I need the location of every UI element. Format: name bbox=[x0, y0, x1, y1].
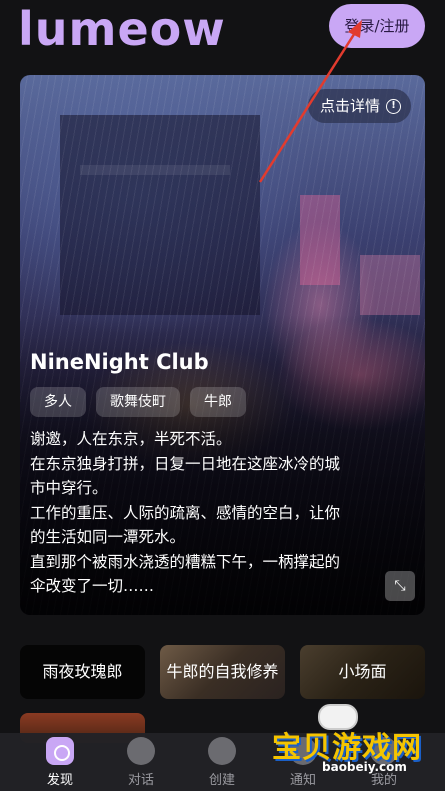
tab-label: 发现 bbox=[46, 773, 73, 788]
category-card[interactable]: 小场面 bbox=[300, 645, 425, 699]
detail-label: 点击详情 bbox=[319, 97, 380, 115]
category-card[interactable]: 牛郎的自我修养 bbox=[160, 645, 285, 699]
tab-label: 创建 bbox=[208, 773, 235, 788]
story-tag[interactable]: 多人 bbox=[30, 387, 86, 417]
description-line: 谢邀，人在东京，半死不活。 bbox=[30, 430, 232, 448]
app-logo: lumeow bbox=[18, 2, 226, 56]
create-icon bbox=[208, 737, 236, 765]
tab-label: 对话 bbox=[127, 773, 154, 788]
login-register-button[interactable]: 登录/注册 bbox=[329, 4, 425, 48]
story-detail-button[interactable]: 点击详情 ! bbox=[307, 89, 411, 123]
story-title: NineNight Club bbox=[30, 350, 209, 374]
tab-chat[interactable]: 对话 bbox=[111, 737, 171, 788]
category-card[interactable]: 雨夜玫瑰郎 bbox=[20, 645, 145, 699]
story-tag[interactable]: 牛郎 bbox=[190, 387, 246, 417]
discover-icon bbox=[46, 737, 74, 765]
header: lumeow 登录/注册 bbox=[0, 0, 445, 60]
info-icon: ! bbox=[386, 98, 401, 114]
story-description: 谢邀，人在东京，半死不活。 在东京独身打拼，日复一日地在这座冰冷的城 市中穿行。… bbox=[30, 427, 390, 599]
featured-story-card[interactable]: 点击详情 ! NineNight Club 多人 歌舞伎町 牛郎 谢邀，人在东京… bbox=[20, 75, 425, 615]
collapse-icon[interactable]: ⤡ bbox=[385, 571, 415, 601]
description-line: 工作的重压、人际的疏离、感情的空白，让你 bbox=[30, 503, 341, 522]
tab-discover[interactable]: 发现 bbox=[30, 737, 90, 788]
watermark-url: baobeiy.com bbox=[322, 760, 407, 774]
description-line: 伞改变了一切…… bbox=[30, 577, 155, 595]
description-line: 的生活如同一潭死水。 bbox=[30, 528, 186, 546]
story-tags: 多人 歌舞伎町 牛郎 bbox=[30, 387, 246, 417]
tab-create[interactable]: 创建 bbox=[192, 737, 252, 788]
description-line: 在东京独身打拼，日复一日地在这座冰冷的城 bbox=[30, 454, 341, 473]
story-tag[interactable]: 歌舞伎町 bbox=[96, 387, 180, 417]
description-line: 市中穿行。 bbox=[30, 479, 108, 497]
watermark: 宝贝游戏网 baobeiy.com bbox=[270, 704, 440, 782]
chat-icon bbox=[127, 737, 155, 765]
description-line: 直到那个被雨水浇透的糟糕下午，一柄撑起的 bbox=[30, 552, 341, 571]
